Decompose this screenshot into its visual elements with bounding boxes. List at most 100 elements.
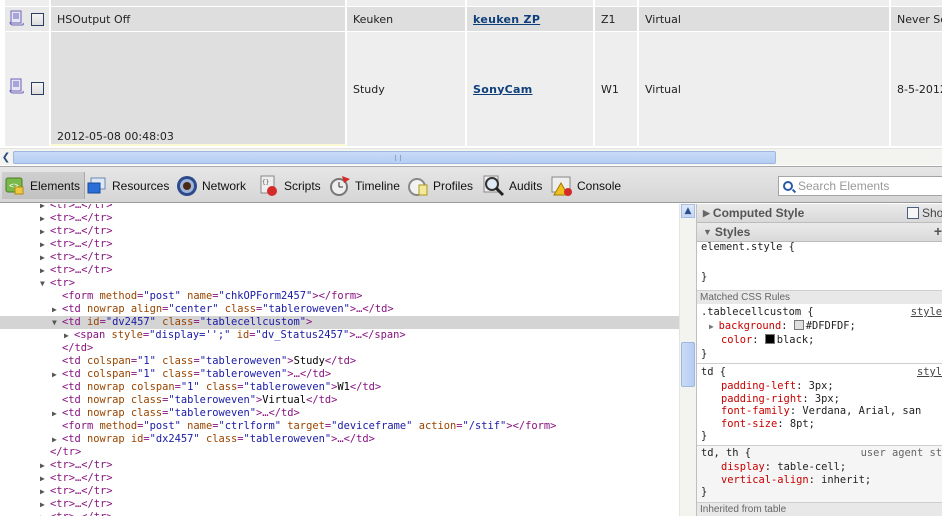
dom-tree-panel[interactable]: ▶ <tr>…</tr> ▶ <tr>…</tr> ▶ <tr>…</tr> ▶ <tr>…<…: [0, 204, 679, 516]
dom-node[interactable]: ▶<tr>…</tr>: [0, 204, 679, 212]
horizontal-scroll-thumb[interactable]: [13, 151, 776, 164]
rule-source-link[interactable]: style: [911, 306, 942, 318]
tab-profiles[interactable]: Profiles: [405, 172, 477, 199]
dom-node-markup: <tr>…</tr>: [50, 472, 113, 484]
expand-triangle-icon[interactable]: ▶: [40, 472, 50, 485]
expand-triangle-icon[interactable]: ▶: [64, 329, 74, 342]
tab-label: Resources: [112, 178, 170, 193]
device-link[interactable]: keuken ZP: [473, 13, 540, 26]
rule-close-brace: }: [701, 486, 708, 498]
row-checkbox[interactable]: [31, 13, 44, 26]
dom-node-markup: <tr>…</tr>: [50, 238, 113, 250]
profiles-icon: [407, 175, 429, 197]
dom-node-markup: </tr>: [50, 446, 82, 458]
status-timestamp: 2012-05-08 00:48:03: [57, 130, 174, 143]
rule-selector[interactable]: td {: [701, 366, 942, 379]
tab-label: Scripts: [284, 178, 321, 193]
dom-node[interactable]: ▼ <tr>: [0, 277, 679, 290]
rule-source-link[interactable]: styl: [917, 366, 942, 378]
expand-triangle-icon[interactable]: ▶: [40, 511, 50, 516]
vertical-scroll-thumb[interactable]: [681, 342, 695, 387]
dom-node-markup: <tr>: [50, 277, 76, 289]
tab-resources[interactable]: Resources: [84, 172, 173, 199]
expand-triangle-icon[interactable]: ▶: [40, 498, 50, 511]
dom-node[interactable]: ▶ <td nowrap id="dx2457" class="tablerowe…: [0, 433, 679, 446]
search-elements-input[interactable]: Search Elements: [778, 176, 942, 196]
css-property[interactable]: font-family: Verdana, Arial, san: [721, 405, 942, 418]
dom-node[interactable]: ▶<tr>…</tr>: [0, 225, 679, 238]
scroll-left-arrow-icon[interactable]: ❮: [0, 150, 12, 164]
collapse-triangle-icon: ▼: [703, 227, 712, 237]
dom-node[interactable]: <form method="post" name="ctrlform" targ…: [0, 420, 679, 433]
dom-node[interactable]: <td nowrap colspan="1" class="tablerowev…: [0, 381, 679, 394]
computed-style-header[interactable]: ▶ Computed Style Sho: [697, 204, 942, 223]
dom-node-selected[interactable]: ▼ <td id="dv2457" class="tablecellcustom"…: [0, 316, 679, 329]
horizontal-scrollbar[interactable]: ❮: [0, 148, 942, 165]
tab-scripts[interactable]: {} Scripts: [256, 172, 325, 199]
scroll-up-arrow-icon[interactable]: ▲: [681, 204, 695, 218]
tab-label: Elements: [30, 178, 81, 193]
show-inherited-checkbox[interactable]: [907, 207, 919, 219]
tab-label: Audits: [509, 178, 543, 193]
expand-triangle-icon[interactable]: ▶: [40, 459, 50, 472]
tab-elements[interactable]: <> Elements: [2, 172, 86, 199]
expand-triangle-icon[interactable]: ▶: [40, 212, 50, 225]
dom-node[interactable]: ▶<tr>…</tr>: [0, 459, 679, 472]
expand-triangle-icon[interactable]: ▶: [40, 485, 50, 498]
dom-node[interactable]: </tr>: [0, 446, 679, 459]
collapse-triangle-icon[interactable]: ▼: [52, 316, 62, 329]
device-link[interactable]: SonyCam: [473, 83, 533, 96]
dom-vertical-scrollbar[interactable]: ▲: [679, 204, 696, 516]
room-cell: Study: [347, 32, 467, 146]
table-row: 2012-05-08 00:48:03 Study SonyCam W1 Vir…: [5, 32, 942, 146]
expand-triangle-icon[interactable]: ▶: [40, 225, 50, 238]
css-property[interactable]: ▶ background: #DFDFDF;: [709, 320, 942, 333]
tab-network[interactable]: Network: [174, 172, 250, 199]
rule-selector[interactable]: .tablecellcustom {: [701, 306, 942, 319]
dom-node[interactable]: ▶<tr>…</tr>: [0, 472, 679, 485]
dom-node[interactable]: </td>: [0, 342, 679, 355]
device-log-icon[interactable]: [9, 10, 25, 26]
css-property[interactable]: color: black;: [721, 334, 942, 347]
dom-node[interactable]: <td colspan="1" class="tableroweven">Stu…: [0, 355, 679, 368]
styles-header[interactable]: ▼ Styles +: [697, 223, 942, 242]
dom-node[interactable]: ▶<tr>…</tr>: [0, 264, 679, 277]
expand-triangle-icon[interactable]: ▶: [40, 204, 50, 212]
console-icon: [551, 175, 573, 197]
color-swatch[interactable]: [764, 334, 775, 344]
dom-node[interactable]: ▶<tr>…</tr>: [0, 238, 679, 251]
dom-node[interactable]: ▶<tr>…</tr>: [0, 485, 679, 498]
dom-node-markup: <td nowrap class="tableroweven">…</td>: [62, 407, 300, 419]
expand-triangle-icon[interactable]: ▶: [52, 433, 62, 446]
dom-node-markup: <tr>…</tr>: [50, 485, 113, 497]
dom-node[interactable]: ▶<tr>…</tr>: [0, 251, 679, 264]
add-rule-button[interactable]: +: [934, 223, 942, 239]
dom-node[interactable]: ▶ <span style="display='';" id="dv_Status…: [0, 329, 679, 342]
tab-timeline[interactable]: Timeline: [327, 172, 404, 199]
css-property[interactable]: padding-left: 3px;: [721, 380, 942, 393]
dom-node[interactable]: ▶ <td nowrap class="tableroweven">…</td>: [0, 407, 679, 420]
expand-triangle-icon[interactable]: ▶: [52, 303, 62, 316]
expand-triangle-icon[interactable]: ▶: [52, 368, 62, 381]
device-log-icon[interactable]: [9, 78, 25, 94]
dom-node[interactable]: ▶<tr>…</tr>: [0, 511, 679, 516]
row-checkbox[interactable]: [31, 82, 44, 95]
expand-triangle-icon[interactable]: ▶: [52, 407, 62, 420]
table-row-partial: [5, 0, 942, 6]
dom-node[interactable]: ▶<tr>…</tr>: [0, 498, 679, 511]
collapse-triangle-icon[interactable]: ▼: [40, 277, 50, 290]
element-style-selector[interactable]: element.style {: [701, 241, 942, 254]
dom-node[interactable]: ▶<tr>…</tr>: [0, 212, 679, 225]
room-cell: Keuken: [347, 7, 467, 31]
tab-audits[interactable]: Audits: [481, 172, 546, 199]
dom-node[interactable]: ▶ <td colspan="1" class="tableroweven">…<…: [0, 368, 679, 381]
dom-node[interactable]: <form method="post" name="chkOPForm2457"…: [0, 290, 679, 303]
dom-node[interactable]: ▶ <td nowrap align="center" class="tabler…: [0, 303, 679, 316]
expand-triangle-icon[interactable]: ▶: [40, 251, 50, 264]
dom-node[interactable]: <td nowrap class="tableroweven">Virtual<…: [0, 394, 679, 407]
expand-triangle-icon[interactable]: ▶: [40, 264, 50, 277]
tab-console[interactable]: Console: [549, 172, 625, 199]
expand-triangle-icon[interactable]: ▶: [40, 238, 50, 251]
color-swatch[interactable]: [793, 320, 804, 330]
css-property[interactable]: display: table-cell;: [721, 461, 942, 474]
